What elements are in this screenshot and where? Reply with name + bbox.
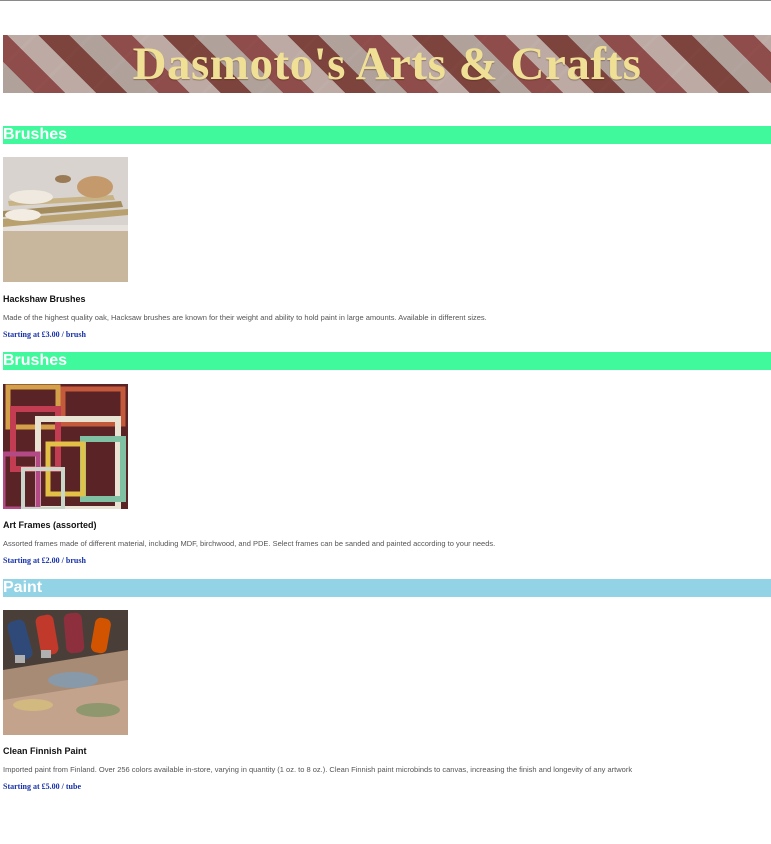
- item-name: Clean Finnish Paint: [3, 746, 87, 756]
- item-description: Made of the highest quality oak, Hacksaw…: [3, 313, 487, 322]
- section-heading-paint: Paint: [3, 579, 771, 597]
- item-name: Hackshaw Brushes: [3, 294, 86, 304]
- item-price: Starting at £3.00 / brush: [3, 330, 86, 339]
- item-description: Imported paint from Finland. Over 256 co…: [3, 765, 633, 774]
- item-price: Starting at £2.00 / brush: [3, 556, 86, 565]
- site-title: Dasmoto's Arts & Crafts: [132, 38, 642, 90]
- section-heading-text: Paint: [3, 579, 43, 596]
- section-heading-text: Brushes: [3, 126, 68, 143]
- item-price: Starting at £5.00 / tube: [3, 782, 81, 791]
- paint-illustration: [3, 610, 128, 735]
- item-description: Assorted frames made of different materi…: [3, 539, 496, 548]
- section-heading-brushes: Brushes: [3, 126, 771, 144]
- section-heading-text: Brushes: [3, 352, 68, 369]
- top-border: [0, 0, 771, 1]
- frames-illustration: [3, 384, 128, 509]
- item-name: Art Frames (assorted): [3, 520, 97, 530]
- frames-photo: [3, 384, 128, 509]
- brushes-photo: [3, 157, 128, 282]
- brushes-illustration: [3, 157, 128, 282]
- section-heading-frames: Brushes: [3, 352, 771, 370]
- header-banner: Dasmoto's Arts & Crafts: [3, 35, 771, 93]
- paint-tubes-photo: [3, 610, 128, 735]
